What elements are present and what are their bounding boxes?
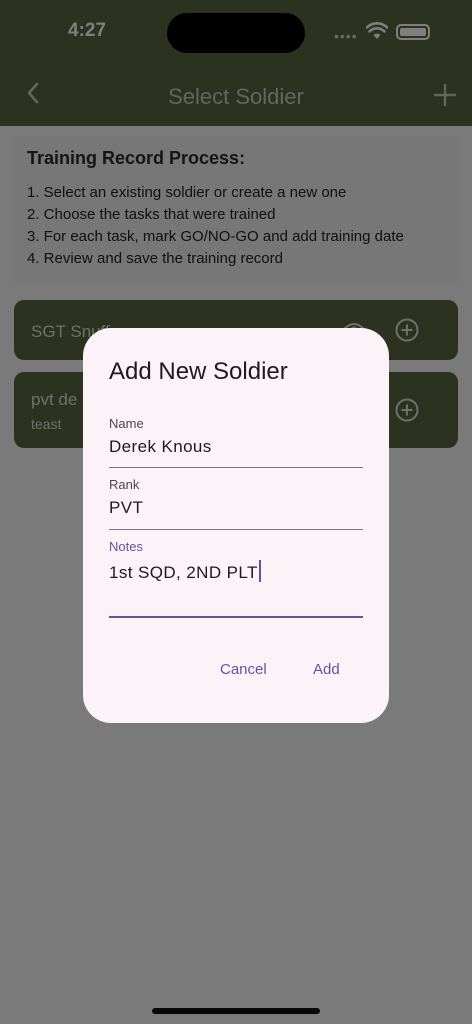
- dialog-title: Add New Soldier: [109, 358, 288, 385]
- name-label: Name: [109, 416, 144, 431]
- rank-label: Rank: [109, 477, 140, 492]
- rank-underline: [109, 529, 363, 530]
- name-underline: [109, 467, 363, 468]
- rank-value[interactable]: PVT: [109, 498, 363, 518]
- name-field[interactable]: Name Derek Knous: [109, 416, 363, 468]
- add-soldier-dialog: Add New Soldier Name Derek Knous Rank PV…: [83, 328, 389, 723]
- notes-underline: [109, 616, 363, 618]
- rank-field[interactable]: Rank PVT: [109, 477, 363, 530]
- notes-input[interactable]: 1st SQD, 2ND PLT: [109, 560, 363, 583]
- cancel-button[interactable]: Cancel: [220, 661, 267, 678]
- name-value[interactable]: Derek Knous: [109, 437, 363, 457]
- notes-value: 1st SQD, 2ND PLT: [109, 563, 258, 582]
- notes-field[interactable]: Notes 1st SQD, 2ND PLT: [109, 539, 363, 618]
- notes-label: Notes: [109, 539, 143, 554]
- text-cursor: [258, 560, 261, 582]
- add-button[interactable]: Add: [313, 661, 340, 678]
